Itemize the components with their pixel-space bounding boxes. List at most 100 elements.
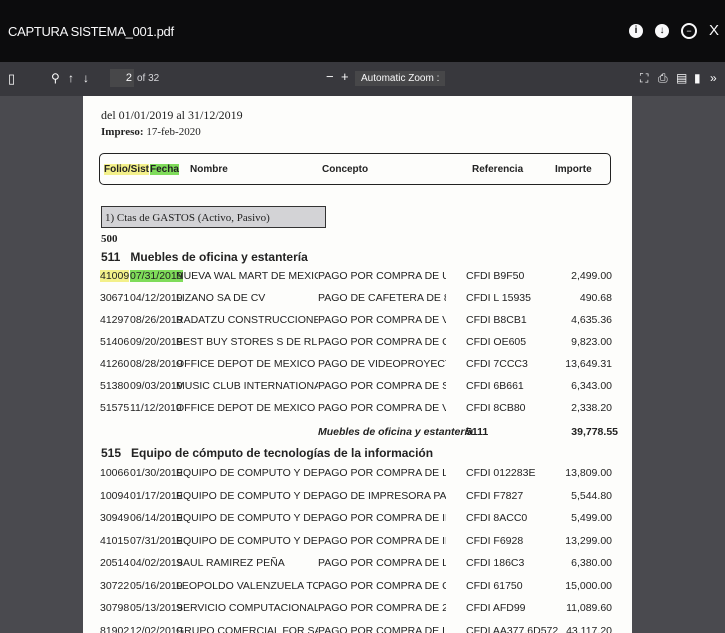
pdf-page: del 01/01/2019 al 31/12/2019 Impreso: 17… bbox=[83, 96, 632, 633]
folio-cell: 41297 bbox=[100, 314, 130, 326]
concept-cell: PAGO POR COMPRA DE VOCINA PARA E bbox=[318, 402, 446, 414]
date-cell: 09/20/2019 bbox=[130, 336, 183, 348]
date-cell: 04/02/2019 bbox=[130, 557, 183, 569]
search-icon[interactable]: ⚲ bbox=[51, 71, 60, 85]
reference-cell: CFDI 8ACC0 bbox=[466, 512, 528, 524]
close-icon[interactable]: X bbox=[709, 22, 719, 39]
table-row: 3072205/16/2019LEOPOLDO VALENZUELA TORRE… bbox=[100, 576, 620, 597]
reference-cell: CFDI OE605 bbox=[466, 336, 527, 348]
concept-cell: PAGO POR COMPRA DE UN DISPENSADO bbox=[318, 270, 446, 282]
fullscreen-icon[interactable]: ⛶ bbox=[640, 71, 648, 86]
name-cell: GRUPO COMERCIAL FOR SA DE CV bbox=[176, 624, 318, 633]
folio-cell: 30798 bbox=[100, 602, 130, 614]
concept-cell: PAGO POR COMPRA DE LAPTOP PARA D bbox=[318, 624, 446, 633]
folio-cell: 41260 bbox=[100, 358, 130, 370]
section-title: 1) Ctas de GASTOS (Activo, Pasivo) bbox=[101, 206, 326, 228]
name-cell: NUEVA WAL MART DE MEXICO S. DE R.L. bbox=[176, 270, 318, 282]
reference-cell: CFDI 6B661 bbox=[466, 380, 524, 392]
zoom-in-button[interactable]: + bbox=[341, 69, 349, 84]
group-code: 511 bbox=[101, 250, 121, 264]
folio-cell: 30722 bbox=[100, 579, 130, 592]
reference-cell: CFDI 186C3 bbox=[466, 557, 525, 569]
download-icon[interactable]: ↓ bbox=[654, 23, 669, 38]
more-tools-icon[interactable]: » bbox=[710, 71, 717, 85]
folio-cell: 51380 bbox=[100, 380, 130, 392]
date-cell: 11/12/2019 bbox=[130, 402, 182, 414]
minimize-icon[interactable]: − bbox=[680, 22, 697, 39]
name-cell: EQUIPO DE COMPUTO Y DE TECNOLOGIA bbox=[176, 467, 318, 479]
table-row: 8190212/02/2019GRUPO COMERCIAL FOR SA DE… bbox=[100, 621, 620, 633]
amount-cell: 9,823.00 bbox=[571, 336, 612, 348]
date-cell: 04/12/2019 bbox=[130, 292, 183, 304]
table-row: 30671 04/12/2019 LIZANO SA DE CV PAGO DE CA… bbox=[100, 288, 620, 309]
prev-page-icon[interactable]: ↑ bbox=[68, 71, 74, 85]
concept-cell: PAGO DE CAFETERA DE 800W COLOR NE bbox=[318, 292, 446, 304]
amount-cell: 11,089.60 bbox=[566, 602, 612, 614]
date-cell: 01/30/2019 bbox=[130, 467, 183, 479]
amount-cell: 43,117.20 bbox=[566, 624, 612, 633]
header-concepto: Concepto bbox=[322, 164, 369, 175]
group-code: 515 bbox=[101, 446, 122, 460]
name-cell: SAUL RAMIREZ PEÑA bbox=[176, 557, 285, 569]
folio-cell: 41015 bbox=[100, 534, 130, 547]
zoom-out-button[interactable]: − bbox=[326, 69, 334, 84]
info-icon[interactable]: i bbox=[628, 23, 643, 38]
printed-date: 17-feb-2020 bbox=[146, 126, 201, 138]
reference-cell: CFDI 61750 bbox=[466, 579, 523, 592]
name-cell: RADATZU CONSTRUCCIONES SA DE CV bbox=[176, 314, 318, 326]
reference-cell: CFDI 8CB80 bbox=[466, 402, 526, 414]
table-row: 5140609/20/2019BEST BUY STORES S DE RL D… bbox=[100, 332, 620, 353]
next-page-icon[interactable]: ↓ bbox=[83, 71, 89, 85]
reference-cell: CFDI 7CCC3 bbox=[466, 358, 528, 370]
concept-cell: PAGO POR COMPRA DE LAPTOP DELL P bbox=[318, 467, 446, 479]
concept-cell: PAGO DE IMPRESORA PARA SERVICIO D bbox=[318, 489, 446, 502]
concept-cell: PAGO POR COMPRA DE IMPRESORA PAR bbox=[318, 512, 446, 524]
sidebar-toggle-icon[interactable]: ▯ bbox=[8, 71, 15, 87]
name-cell: EQUIPO DE COMPUTO Y DE TECNOLOGIA bbox=[176, 534, 318, 547]
group-total-code: 5111 bbox=[466, 426, 489, 438]
date-cell: 08/26/2019 bbox=[130, 314, 183, 326]
reference-cell: CFDI AA377.6D572 bbox=[466, 624, 559, 633]
amount-cell: 5,544.80 bbox=[571, 489, 612, 502]
report-period: del 01/01/2019 al 31/12/2019 bbox=[101, 108, 243, 122]
date-cell: 08/28/2019 bbox=[130, 358, 183, 370]
name-cell: EQUIPO DE COMPUTO Y DE TECNOLOGIA bbox=[176, 489, 318, 502]
page-number-input[interactable]: 2 bbox=[110, 69, 134, 87]
save-icon[interactable]: ▤ bbox=[676, 71, 687, 85]
amount-cell: 2,338.20 bbox=[571, 402, 612, 414]
table-row: 1009401/17/2019EQUIPO DE COMPUTO Y DE TE… bbox=[100, 486, 620, 507]
group-total-amount: 39,778.55 bbox=[571, 426, 618, 438]
date-cell: 06/14/2019 bbox=[130, 512, 183, 524]
bookmark-icon[interactable]: ▮ bbox=[694, 71, 701, 85]
date-cell: 12/02/2019 bbox=[130, 624, 183, 633]
title-bar: CAPTURA SISTEMA_001.pdf i ↓ − X bbox=[0, 0, 725, 62]
amount-cell: 2,499.00 bbox=[571, 270, 612, 282]
table-row: 4129708/26/2019RADATZU CONSTRUCCIONES SA… bbox=[100, 310, 620, 331]
name-cell: BEST BUY STORES S DE RL DE CV bbox=[176, 336, 318, 348]
name-cell: OFFICE DEPOT DE MEXICO S.A. DE C.V. bbox=[176, 402, 318, 414]
amount-cell: 6,380.00 bbox=[571, 557, 612, 569]
pdf-toolbar: ▯ ⚲ ↑ ↓ 2 of 32 − + Automatic Zoom : ⛶ ⎙… bbox=[0, 62, 725, 96]
window-title: CAPTURA SISTEMA_001.pdf bbox=[8, 24, 174, 39]
name-cell: LIZANO SA DE CV bbox=[176, 292, 266, 304]
name-cell: EQUIPO DE COMPUTO Y DE TECNOLOGIA bbox=[176, 512, 318, 524]
amount-cell: 13,649.31 bbox=[565, 358, 612, 370]
reference-cell: CFDI B9F50 bbox=[466, 270, 525, 282]
folio-cell: 41009 bbox=[100, 270, 130, 282]
printed-label: Impreso: bbox=[101, 126, 144, 138]
name-cell: MUSIC CLUB INTERNATIONAL S.DE R.L. D bbox=[176, 380, 318, 392]
date-cell: 01/17/2019 bbox=[130, 489, 183, 502]
header-importe: Importe bbox=[555, 164, 592, 175]
amount-cell: 4,635.36 bbox=[571, 314, 612, 326]
table-row: 5157511/12/2019OFFICE DEPOT DE MEXICO S.… bbox=[100, 398, 620, 419]
concept-cell: PAGO POR COMPRA DE LAPTOP DELL P6 bbox=[318, 557, 446, 569]
zoom-select[interactable]: Automatic Zoom : bbox=[355, 71, 446, 86]
amount-cell: 13,299.00 bbox=[565, 534, 612, 547]
folio-cell: 20514 bbox=[100, 557, 130, 569]
concept-cell: PAGO POR COMPRA DE SISTEMA INALA bbox=[318, 380, 446, 392]
amount-cell: 5,499.00 bbox=[571, 512, 612, 524]
print-icon[interactable]: ⎙ bbox=[658, 71, 668, 86]
folio-cell: 51575 bbox=[100, 402, 130, 414]
reference-cell: CFDI L 15935 bbox=[466, 292, 531, 304]
header-folio: Folio/Sist bbox=[104, 164, 149, 175]
